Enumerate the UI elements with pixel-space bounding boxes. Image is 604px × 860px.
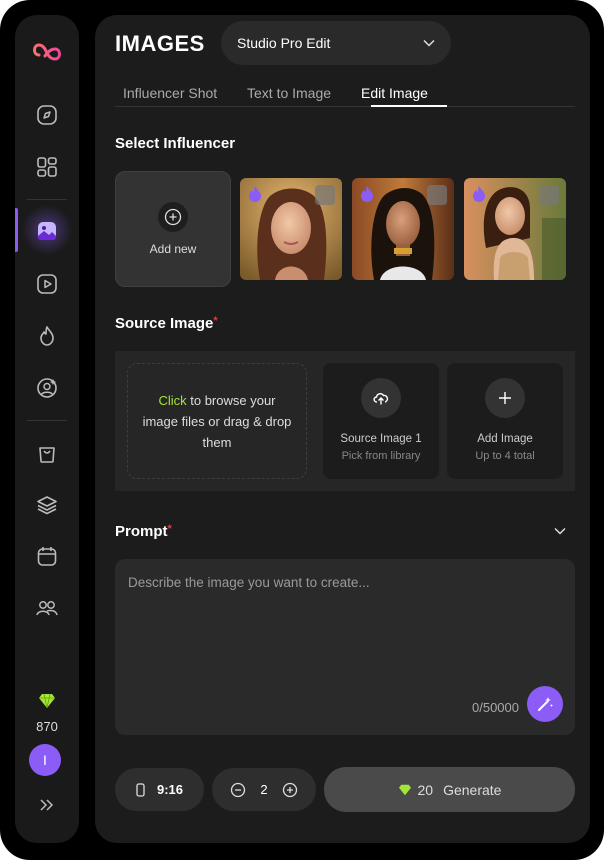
logo-icon[interactable]	[29, 33, 65, 69]
required-mark: *	[213, 315, 218, 327]
model-select-value: Studio Pro Edit	[237, 35, 331, 51]
prompt-label: Prompt*	[115, 523, 172, 540]
user-circle-icon[interactable]	[29, 370, 65, 406]
generate-label: Generate	[443, 781, 502, 798]
tab-influencer-shot[interactable]: Influencer Shot	[123, 85, 217, 101]
browse-link[interactable]: Click	[158, 393, 186, 408]
gem-icon	[29, 687, 65, 715]
image-icon[interactable]	[29, 213, 65, 249]
minus-circle-icon[interactable]	[230, 782, 246, 798]
generate-cost: 20	[417, 781, 434, 798]
tab-bar: Influencer Shot Text to Image Edit Image	[115, 81, 575, 107]
image-count-stepper: 2	[212, 768, 316, 811]
file-drop-zone[interactable]: Click to browse your image files or drag…	[127, 363, 307, 479]
source-image-label: Source Image*	[115, 315, 218, 332]
tab-edit-image[interactable]: Edit Image	[361, 85, 428, 101]
magic-wand-icon	[538, 697, 553, 711]
select-checkbox[interactable]	[315, 185, 335, 205]
source-image-1-card[interactable]: Source Image 1 Pick from library	[323, 363, 439, 479]
sidebar-divider	[27, 199, 67, 200]
influencer-card[interactable]	[352, 178, 454, 280]
aspect-ratio-value: 9:16	[156, 782, 184, 797]
gem-icon	[398, 784, 411, 795]
flame-badge-icon	[361, 186, 373, 202]
character-counter: 0/50000	[472, 700, 519, 715]
plus-circle-icon[interactable]	[282, 782, 298, 798]
required-mark: *	[167, 523, 172, 535]
sidebar-divider	[27, 420, 67, 421]
chevron-down-icon	[423, 39, 435, 47]
enhance-prompt-button[interactable]	[527, 686, 563, 722]
plus-icon	[485, 378, 525, 418]
calendar-icon[interactable]	[29, 538, 65, 574]
grid-icon[interactable]	[29, 149, 65, 185]
sidebar: 870 I	[15, 15, 79, 843]
credits-count: 870	[36, 719, 58, 734]
source-image-1-title: Source Image 1	[340, 433, 422, 445]
add-new-label: Add new	[149, 242, 197, 256]
active-tab-underline	[371, 105, 447, 107]
select-checkbox[interactable]	[427, 185, 447, 205]
expand-sidebar-icon[interactable]	[29, 791, 65, 819]
select-influencer-label: Select Influencer	[115, 135, 236, 152]
drop-zone-text: Click to browse your image files or drag…	[142, 392, 292, 450]
influencer-card[interactable]	[464, 178, 566, 280]
source-image-1-subtitle: Pick from library	[341, 450, 421, 462]
video-icon[interactable]	[29, 266, 65, 302]
aspect-ratio-button[interactable]: 9:16	[115, 768, 204, 811]
influencer-card[interactable]	[240, 178, 342, 280]
model-select[interactable]: Studio Pro Edit	[221, 21, 451, 65]
prompt-collapse-chevron-icon[interactable]	[554, 527, 566, 535]
plus-circle-icon	[158, 202, 188, 232]
flame-icon[interactable]	[29, 318, 65, 354]
prompt-textarea[interactable]: Describe the image you want to create...…	[115, 559, 575, 735]
add-image-card[interactable]: Add Image Up to 4 total	[447, 363, 563, 479]
page-title: IMAGES	[115, 31, 205, 56]
flame-badge-icon	[249, 186, 261, 202]
flame-badge-icon	[473, 186, 485, 202]
avatar[interactable]: I	[29, 744, 61, 776]
image-count-value: 2	[260, 782, 268, 797]
add-image-subtitle: Up to 4 total	[475, 450, 535, 462]
source-image-panel: Click to browse your image files or drag…	[115, 351, 575, 491]
prompt-placeholder: Describe the image you want to create...	[128, 575, 370, 590]
layers-icon[interactable]	[29, 487, 65, 523]
add-influencer-button[interactable]: Add new	[115, 171, 231, 287]
tab-text-to-image[interactable]: Text to Image	[247, 85, 331, 101]
add-image-title: Add Image	[477, 433, 533, 445]
phone-icon	[136, 782, 145, 797]
main-panel: IMAGES Studio Pro Edit Influencer Shot T…	[95, 15, 590, 843]
users-icon[interactable]	[29, 590, 65, 626]
bag-icon[interactable]	[29, 435, 65, 471]
select-checkbox[interactable]	[539, 185, 559, 205]
compass-icon[interactable]	[29, 97, 65, 133]
generate-button[interactable]: 20 Generate	[324, 767, 575, 812]
active-indicator	[15, 208, 18, 252]
cloud-upload-icon	[361, 378, 401, 418]
